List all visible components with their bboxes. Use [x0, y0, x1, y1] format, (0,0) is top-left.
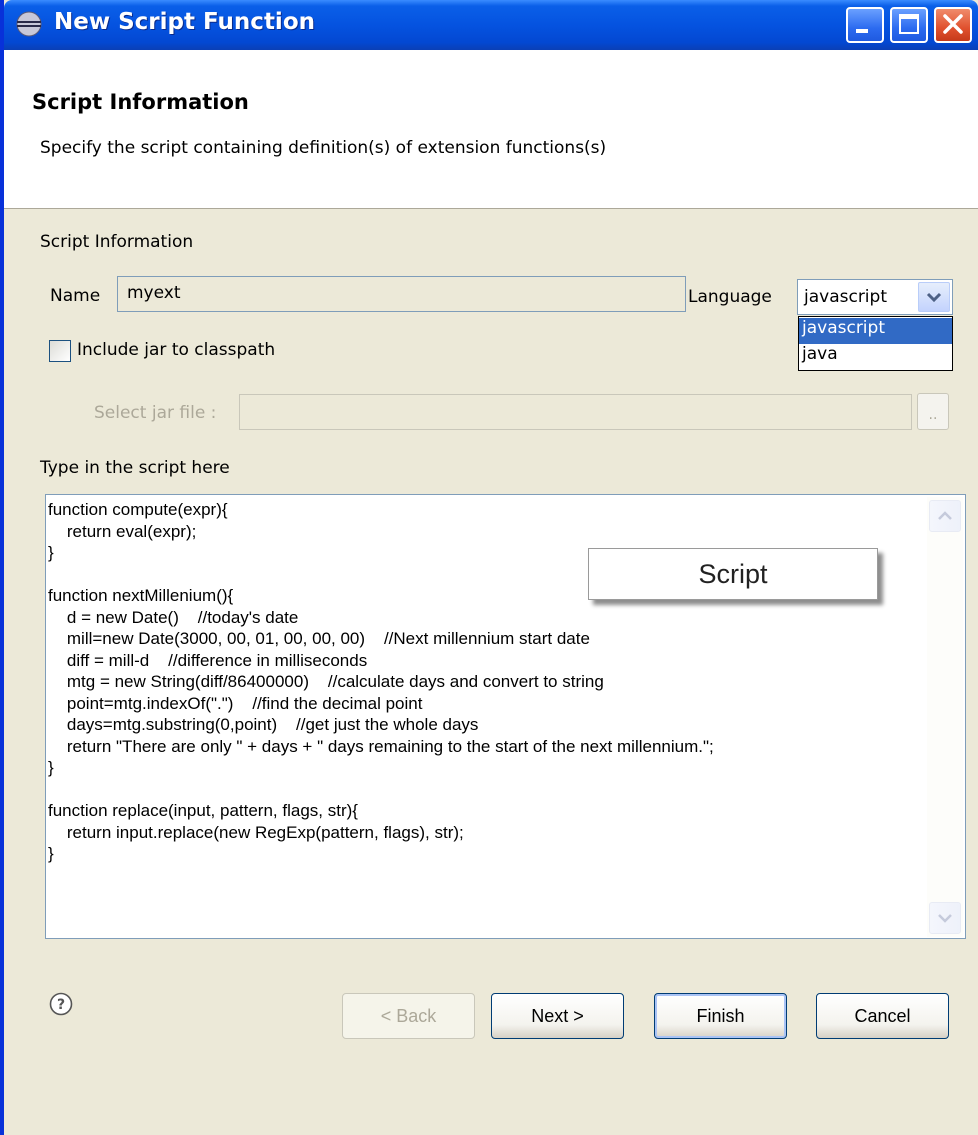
language-option-javascript[interactable]: javascript: [799, 318, 952, 344]
maximize-button[interactable]: [890, 7, 928, 43]
svg-text:?: ?: [57, 997, 65, 1013]
group-label: Script Information: [40, 232, 194, 252]
close-button[interactable]: [934, 7, 972, 43]
chevron-down-icon: [926, 292, 942, 303]
cancel-button[interactable]: Cancel: [816, 993, 949, 1039]
dialog-window: New Script Function Script Information S…: [0, 0, 978, 1135]
name-label: Name: [50, 286, 101, 306]
back-button[interactable]: < Back: [342, 993, 475, 1039]
browse-button[interactable]: ..: [917, 393, 949, 430]
maximize-icon: [899, 14, 919, 34]
script-callout-label: Script: [588, 548, 878, 600]
dropdown-arrow-button[interactable]: [918, 282, 950, 312]
minimize-icon: [856, 29, 868, 33]
vertical-scrollbar[interactable]: [927, 497, 963, 937]
name-field[interactable]: myext: [117, 276, 686, 312]
language-selected-value: javascript: [804, 287, 887, 307]
minimize-button[interactable]: [846, 7, 884, 43]
wizard-header: Script Information Specify the script co…: [4, 50, 978, 209]
include-jar-label[interactable]: Include jar to classpath: [77, 340, 275, 360]
language-option-java[interactable]: java: [799, 344, 952, 370]
chevron-down-icon: [938, 914, 952, 923]
scroll-up-button[interactable]: [929, 500, 961, 532]
next-button[interactable]: Next >: [491, 993, 624, 1039]
window-title: New Script Function: [54, 9, 315, 35]
language-select[interactable]: javascript: [797, 279, 953, 315]
language-dropdown-list: javascript java: [798, 316, 953, 371]
help-icon[interactable]: ?: [49, 992, 73, 1016]
jar-file-field[interactable]: [239, 394, 912, 430]
close-icon: [943, 14, 963, 34]
chevron-up-icon: [938, 511, 952, 520]
include-jar-checkbox[interactable]: [49, 340, 71, 362]
language-label: Language: [688, 287, 772, 307]
title-bar[interactable]: New Script Function: [4, 0, 978, 50]
script-label: Type in the script here: [40, 458, 230, 478]
scroll-down-button[interactable]: [929, 902, 961, 934]
page-title: Script Information: [32, 90, 249, 114]
eclipse-icon: [16, 11, 42, 37]
finish-button[interactable]: Finish: [654, 993, 787, 1039]
select-jar-label: Select jar file :: [94, 403, 217, 423]
page-description: Specify the script containing definition…: [40, 138, 607, 158]
